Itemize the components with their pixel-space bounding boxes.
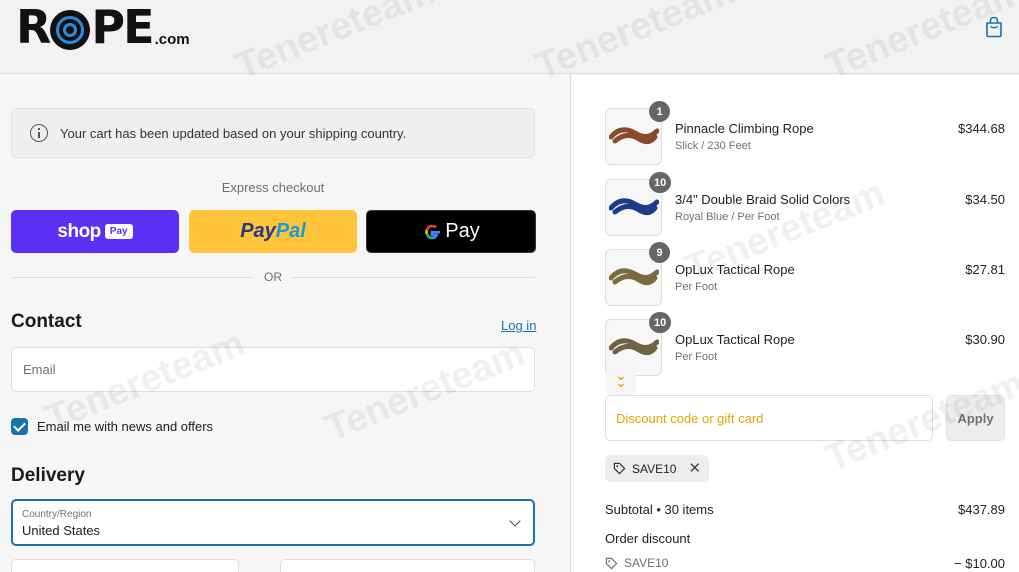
discount-code-field[interactable]	[605, 395, 933, 441]
checkout-form-panel: Your cart has been updated based on your…	[0, 75, 571, 572]
rope-image	[609, 338, 659, 356]
applied-discount-code: SAVE10	[632, 461, 677, 476]
discount-code-label: SAVE10	[624, 556, 669, 570]
shop-pay-button[interactable]: shop Pay	[11, 210, 179, 253]
country-select[interactable]: Country/Region United States	[11, 499, 535, 546]
subtotal-label: Subtotal • 30 items	[605, 502, 714, 517]
divider-line	[292, 276, 535, 278]
product-name: 3/4" Double Braid Solid Colors	[675, 192, 851, 207]
product-name: Pinnacle Climbing Rope	[675, 121, 814, 136]
shop-pay-text: shop	[57, 220, 101, 242]
product-variant: Per Foot	[675, 281, 718, 293]
paypal-text-pay: Pay	[240, 220, 276, 242]
newsletter-option[interactable]: Email me with news and offers	[11, 418, 213, 435]
discount-code-row: SAVE10 − $10.00	[605, 556, 1005, 571]
subtotal-row: Subtotal • 30 items $437.89	[605, 502, 1005, 517]
applied-discount-chip: SAVE10 ✕	[605, 455, 710, 482]
shopping-bag-icon[interactable]	[984, 16, 1004, 38]
subtotal-value: $437.89	[958, 502, 1005, 517]
country-label: Country/Region	[22, 509, 92, 520]
logo-letter-r: R	[16, 0, 51, 54]
email-field[interactable]	[11, 347, 535, 392]
email-input[interactable]	[12, 348, 534, 391]
product-variant: Slick / 230 Feet	[675, 140, 751, 152]
cart-updated-notice: Your cart has been updated based on your…	[11, 108, 535, 158]
rope-image	[609, 127, 659, 145]
logo-letters-pe: PE	[91, 0, 154, 54]
shop-pay-badge: Pay	[104, 224, 133, 239]
order-summary-panel: 1 Pinnacle Climbing Rope Slick / 230 Fee…	[572, 75, 1019, 572]
last-name-field[interactable]	[280, 559, 535, 572]
remove-discount-icon[interactable]: ✕	[688, 461, 701, 476]
contact-heading: Contact	[11, 311, 82, 332]
quantity-badge: 1	[649, 101, 670, 122]
product-thumbnail: 9	[605, 242, 670, 306]
scroll-down-icon[interactable]: ⌄ ⌄	[606, 363, 636, 395]
divider-line	[11, 276, 254, 278]
tag-icon	[605, 557, 618, 569]
logo-rope-icon	[50, 10, 91, 50]
quantity-badge: 9	[649, 242, 670, 263]
quantity-badge: 10	[649, 172, 672, 193]
info-icon	[30, 124, 48, 142]
rope-image	[609, 198, 659, 216]
product-price: $344.68	[958, 121, 1005, 136]
product-thumbnail: 10	[605, 172, 672, 236]
header: R PE .com	[0, 0, 1019, 74]
tag-icon	[613, 462, 626, 475]
product-variant: Per Foot	[675, 351, 718, 363]
google-g-icon	[425, 224, 441, 239]
cart-line-item: 10 3/4" Double Braid Solid Colors Royal …	[605, 172, 1005, 237]
country-value: United States	[22, 523, 101, 538]
logo-domain: .com	[154, 31, 190, 48]
newsletter-label: Email me with news and offers	[37, 419, 214, 434]
chevron-down-icon	[509, 515, 521, 527]
order-discount-label: Order discount	[605, 531, 691, 546]
google-pay-text: Pay	[445, 220, 480, 242]
product-name: OpLux Tactical Rope	[675, 262, 795, 277]
product-price: $30.90	[965, 332, 1005, 347]
product-name: OpLux Tactical Rope	[675, 332, 795, 347]
first-name-field[interactable]	[11, 559, 239, 572]
rope-image	[609, 268, 659, 286]
cart-line-item: 1 Pinnacle Climbing Rope Slick / 230 Fee…	[605, 101, 1005, 166]
notice-text: Your cart has been updated based on your…	[60, 125, 407, 141]
newsletter-checkbox[interactable]	[11, 418, 28, 435]
or-label: OR	[264, 270, 282, 284]
product-price: $34.50	[965, 192, 1005, 207]
product-variant: Royal Blue / Per Foot	[675, 211, 780, 223]
cart-line-item: 10 OpLux Tactical Rope Per Foot $30.90	[605, 312, 1005, 377]
product-price: $27.81	[965, 262, 1005, 277]
quantity-badge: 10	[649, 312, 672, 333]
apply-discount-button[interactable]: Apply	[946, 395, 1005, 441]
login-link[interactable]: Log in	[501, 318, 536, 333]
google-pay-button[interactable]: Pay	[366, 210, 536, 253]
paypal-button[interactable]: Pay Pal	[189, 210, 357, 253]
product-thumbnail: 1	[605, 101, 670, 165]
delivery-heading: Delivery	[11, 465, 85, 486]
order-discount-row: Order discount	[605, 531, 1005, 546]
express-checkout-label: Express checkout	[221, 180, 325, 195]
paypal-text-pal: Pal	[275, 220, 306, 242]
or-divider: OR	[11, 270, 535, 284]
discount-code-input[interactable]	[606, 396, 932, 440]
logo[interactable]: R PE .com	[16, 4, 190, 50]
discount-value: − $10.00	[954, 556, 1005, 571]
cart-line-item: 9 OpLux Tactical Rope Per Foot $27.81	[605, 242, 1005, 307]
